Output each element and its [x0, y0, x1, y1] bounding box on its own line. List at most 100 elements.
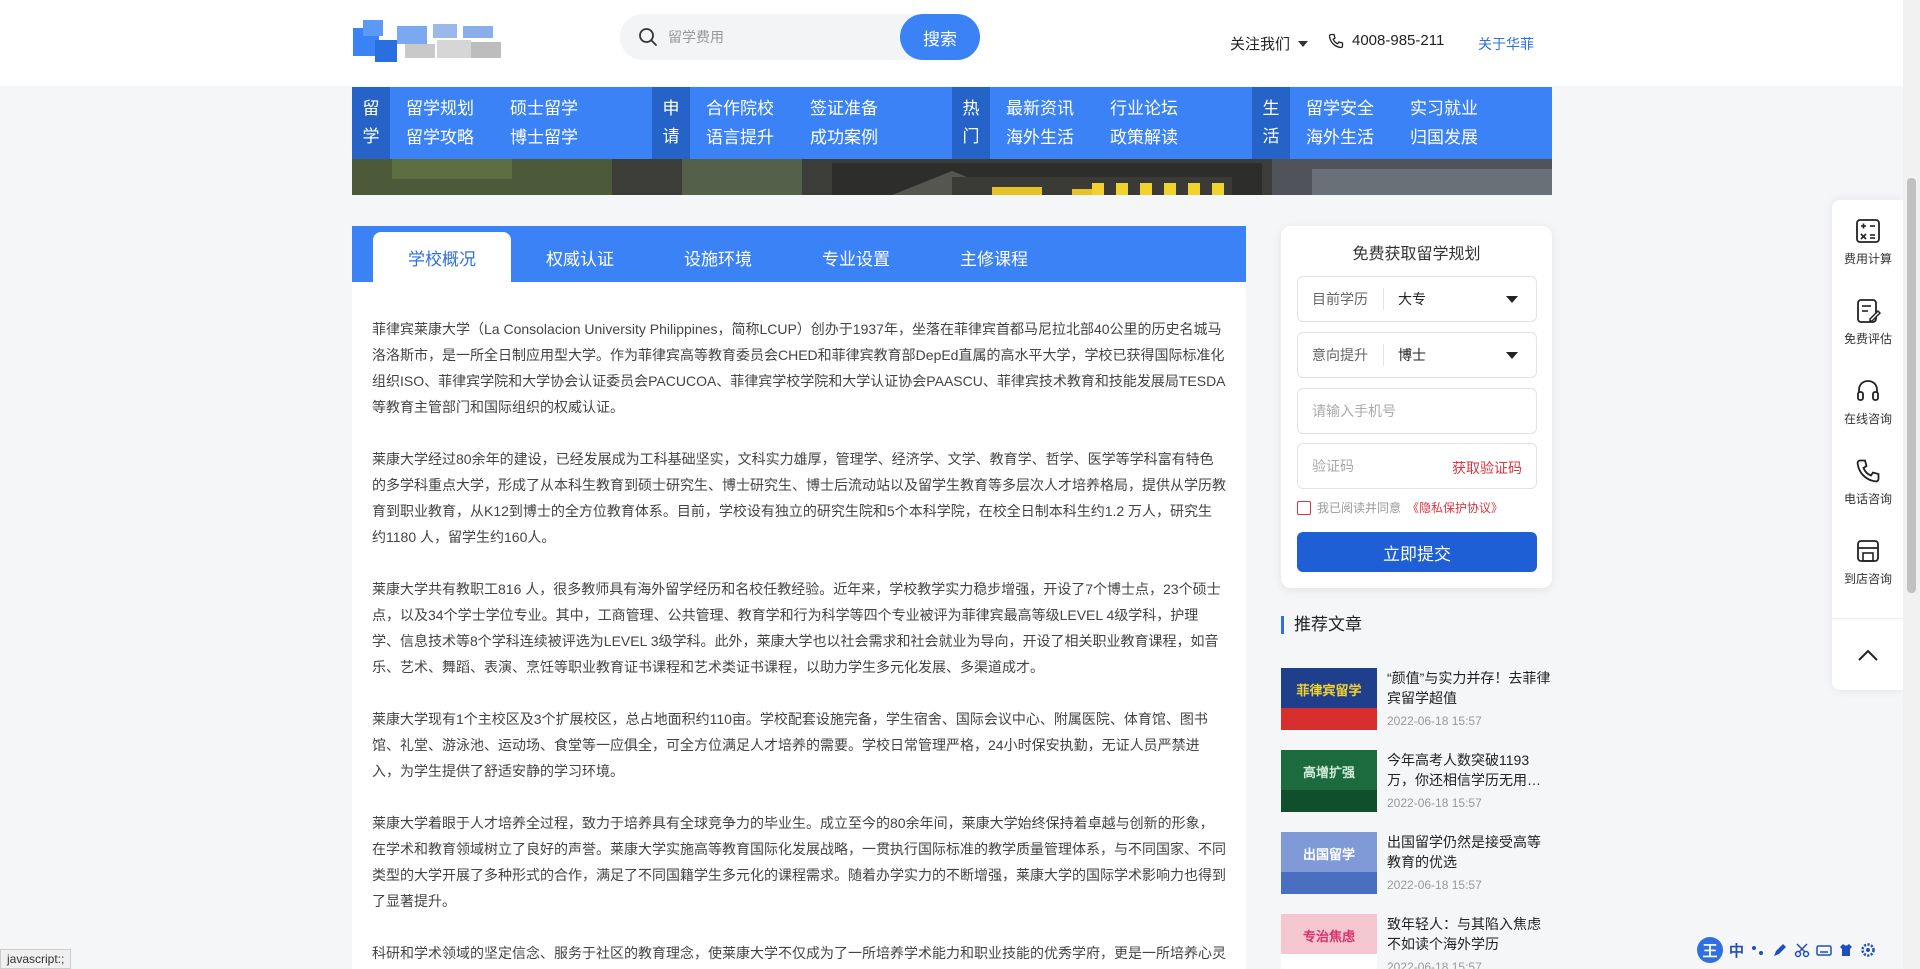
phone-icon: [1856, 459, 1880, 482]
side-item-online-chat[interactable]: 在线咨询: [1832, 366, 1904, 438]
article-paragraph: 莱康大学现有1个主校区及3个扩展校区，总占地面积约110亩。学校配套设施完备，学…: [372, 711, 1208, 779]
nav-link[interactable]: 留学安全: [1306, 94, 1410, 123]
article-thumbnail[interactable]: 菲律宾留学: [1281, 668, 1377, 730]
nav-link[interactable]: 硕士留学: [510, 94, 614, 123]
target-select[interactable]: 意向提升 博士: [1297, 332, 1537, 378]
privacy-policy-link[interactable]: 《隐私保护协议》: [1407, 499, 1503, 516]
tab-4[interactable]: 主修课程: [925, 232, 1063, 282]
nav-link[interactable]: 海外生活: [1306, 123, 1410, 152]
settings-icon[interactable]: [1860, 942, 1876, 958]
nav-link[interactable]: 签证准备: [810, 94, 914, 123]
campus-banner-image: [352, 159, 1552, 195]
tab-2[interactable]: 设施环境: [649, 232, 787, 282]
school-detail-panel: 学校概况 权威认证 设施环境 专业设置 主修课程 菲律宾莱康大学（La Consolac…: [352, 226, 1246, 969]
recommend-headline[interactable]: “颜值”与实力并存！去菲律宾留学超值: [1387, 668, 1552, 708]
tab-0[interactable]: 学校概况: [373, 232, 511, 282]
nav-link[interactable]: 留学攻略: [406, 123, 510, 152]
search-button[interactable]: 搜索: [900, 14, 980, 60]
side-item-assessment[interactable]: 免费评估: [1832, 286, 1904, 358]
agree-text: 我已阅读并同意: [1317, 501, 1402, 515]
site-logo[interactable]: [353, 18, 505, 66]
edit-doc-icon: [1857, 298, 1881, 323]
page-scrollbar[interactable]: [1903, 0, 1920, 969]
recommend-text: 今年高考人数突破1193万，你还相信学历无用… 2022-06-18 15:57: [1377, 750, 1552, 832]
recommend-item[interactable]: 专治焦虑 致年轻人：与其陷入焦虑不如读个海外学历 2022-06-18 15:57: [1281, 914, 1552, 969]
side-label: 费用计算: [1843, 251, 1892, 266]
scroll-thumb[interactable]: [1907, 178, 1916, 593]
thumbnail-text: 高增扩强: [1302, 765, 1355, 780]
submit-button[interactable]: 立即提交: [1297, 532, 1537, 572]
nav-link[interactable]: 行业论坛: [1110, 94, 1214, 123]
article-thumbnail[interactable]: 高增扩强: [1281, 750, 1377, 812]
nav-link[interactable]: 语言提升: [706, 123, 810, 152]
shirt-icon[interactable]: [1838, 942, 1854, 958]
recommend-title: 推荐文章: [1281, 616, 1362, 634]
caret-down-icon: [1506, 351, 1518, 359]
article-thumbnail[interactable]: 出国留学: [1281, 832, 1377, 894]
recommend-item[interactable]: 出国留学 出国留学仍然是接受高等教育的优选 2022-06-18 15:57: [1281, 832, 1552, 914]
form-title: 免费获取留学规划: [1352, 246, 1481, 263]
nav-link[interactable]: 归国发展: [1410, 123, 1514, 152]
nav-link[interactable]: 合作院校: [706, 94, 810, 123]
nav-link[interactable]: 实习就业: [1410, 94, 1514, 123]
consult-form: 免费获取留学规划 目前学历 大专 意向提升 博士 获取验证码 我已阅读并同意 《…: [1281, 226, 1552, 588]
article-paragraph: 菲律宾莱康大学（La Consolacion University Philip…: [372, 321, 1226, 415]
recommend-headline[interactable]: 今年高考人数突破1193万，你还相信学历无用…: [1387, 750, 1552, 790]
nav-link[interactable]: 留学规划: [406, 94, 510, 123]
chevron-down-icon: [1298, 40, 1309, 47]
hotline[interactable]: 4008-985-211: [1328, 32, 1444, 49]
phone-field-wrap: [1297, 388, 1537, 434]
ime-toolbar: 王 中: [1697, 935, 1901, 965]
agree-checkbox[interactable]: [1297, 500, 1311, 515]
side-item-phone[interactable]: 电话咨询: [1832, 446, 1904, 518]
education-value: 大专: [1398, 291, 1426, 307]
store-icon: [1857, 539, 1879, 562]
search-input[interactable]: [668, 22, 898, 52]
nav-links: 合作院校 签证准备 语言提升 成功案例: [690, 87, 914, 159]
nav-link[interactable]: 海外生活: [1006, 123, 1110, 152]
nav-group-tag: 热门: [952, 87, 990, 159]
recommend-date: 2022-06-18 15:57: [1387, 714, 1482, 728]
thumbnail-band: [1281, 872, 1377, 894]
nav-tag-char: 生: [1262, 99, 1280, 118]
search-icon: [639, 28, 657, 46]
recommend-date: 2022-06-18 15:57: [1387, 878, 1482, 892]
recommend-text: “颜值”与实力并存！去菲律宾留学超值 2022-06-18 15:57: [1377, 668, 1552, 750]
phone-input[interactable]: [1298, 389, 1536, 433]
pen-icon[interactable]: [1772, 942, 1788, 958]
article-paragraph: 科研和学术领域的坚定信念、服务于社区的教育理念，使莱康大学不仅成为了一所培养学术…: [372, 945, 1226, 961]
follow-us-dropdown[interactable]: 关注我们: [1230, 33, 1309, 54]
tab-1[interactable]: 权威认证: [511, 232, 649, 282]
punctuation-icon[interactable]: [1750, 942, 1766, 958]
keyboard-icon[interactable]: [1816, 942, 1832, 958]
code-input[interactable]: [1298, 444, 1441, 488]
nav-link[interactable]: 政策解读: [1110, 123, 1214, 152]
scissors-icon[interactable]: [1794, 942, 1810, 958]
recommend-item[interactable]: 高增扩强 今年高考人数突破1193万，你还相信学历无用… 2022-06-18 15…: [1281, 750, 1552, 832]
main-nav: 留学留学规划 硕士留学 留学攻略 博士留学申请合作院校 签证准备 语言提升 成功案例热门最新…: [352, 87, 1552, 159]
back-to-top-button[interactable]: [1832, 618, 1904, 690]
ime-mode[interactable]: 中: [1729, 940, 1744, 961]
thumbnail-text: 菲律宾留学: [1296, 683, 1362, 698]
recommend-headline[interactable]: 致年轻人：与其陷入焦虑不如读个海外学历: [1387, 914, 1552, 954]
get-code-button[interactable]: 获取验证码: [1452, 458, 1522, 478]
article-paragraph: 莱康大学经过80余年的建设，已经发展成为工科基础坚实，文科实力雄厚，管理学、经济…: [372, 451, 1226, 545]
recommend-item[interactable]: 菲律宾留学 “颜值”与实力并存！去菲律宾留学超值 2022-06-18 15:57: [1281, 668, 1552, 750]
nav-group: 申请合作院校 签证准备 语言提升 成功案例: [652, 87, 952, 159]
nav-link[interactable]: 最新资讯: [1006, 94, 1110, 123]
nav-tag-char: 热: [962, 99, 980, 118]
nav-tag-char: 请: [662, 127, 680, 146]
side-item-store-visit[interactable]: 到店咨询: [1832, 526, 1904, 598]
education-select[interactable]: 目前学历 大专: [1297, 276, 1537, 322]
caret-down-icon: [1506, 295, 1518, 303]
about-link[interactable]: 关于华菲: [1478, 34, 1534, 54]
article-thumbnail[interactable]: 专治焦虑: [1281, 914, 1377, 969]
nav-group-tag: 留学: [352, 87, 390, 159]
nav-link[interactable]: 博士留学: [510, 123, 614, 152]
tab-3[interactable]: 专业设置: [787, 232, 925, 282]
ime-logo-icon[interactable]: 王: [1697, 937, 1723, 963]
side-label: 免费评估: [1843, 331, 1892, 346]
nav-link[interactable]: 成功案例: [810, 123, 914, 152]
side-item-cost-calc[interactable]: 费用计算: [1832, 206, 1904, 278]
recommend-headline[interactable]: 出国留学仍然是接受高等教育的优选: [1387, 832, 1552, 872]
